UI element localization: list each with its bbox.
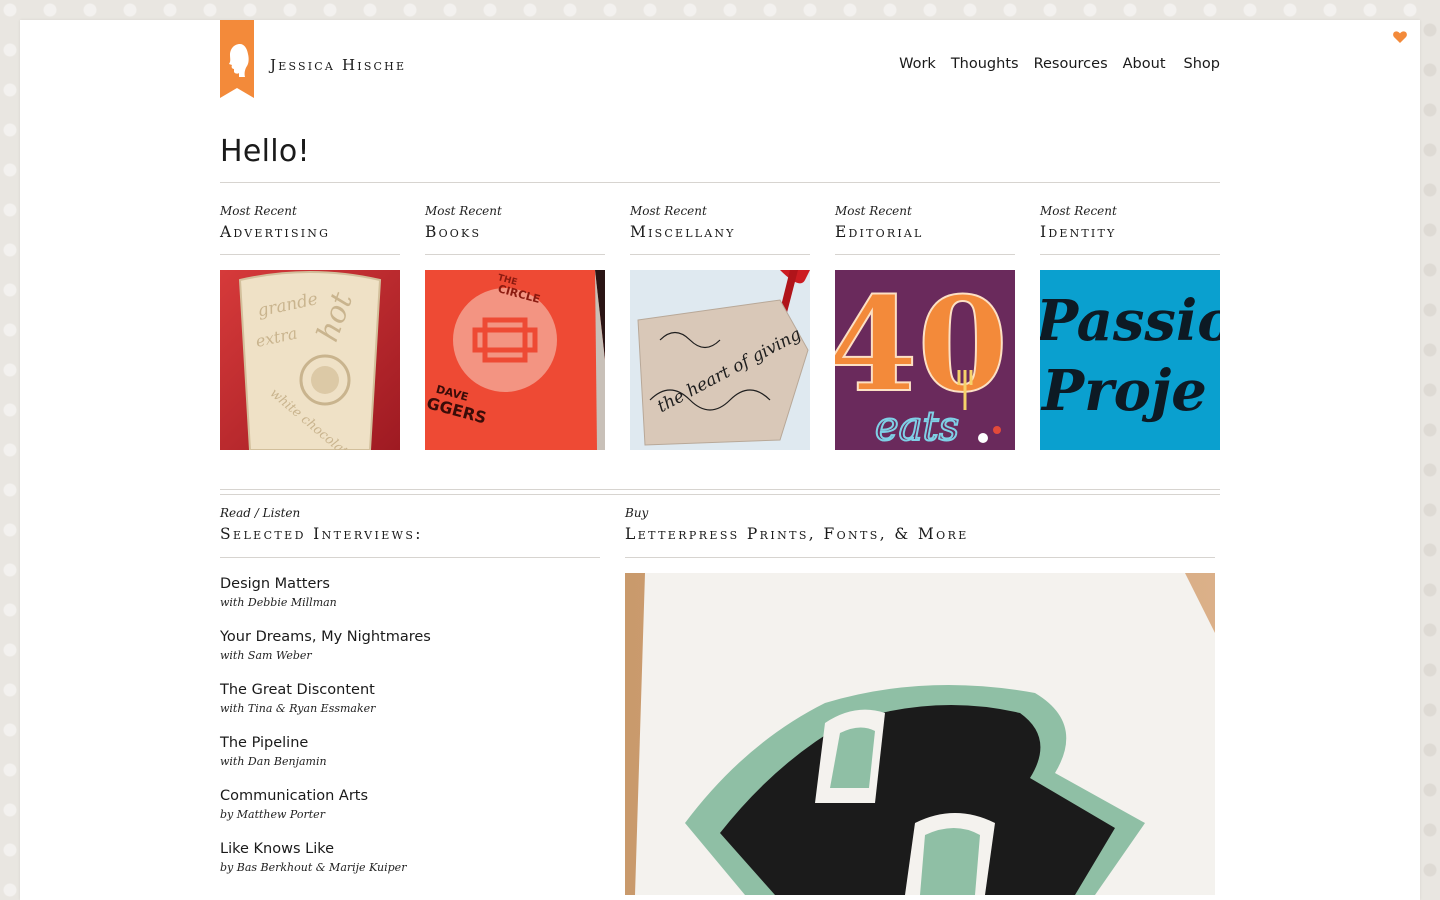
divider [835, 254, 1015, 255]
section-kicker: Read / Listen [220, 506, 301, 520]
interview-byline: with Tina & Ryan Essmaker [220, 702, 376, 715]
list-item: Like Knows Like by Bas Berkhout & Marije… [220, 841, 600, 894]
nav-resources[interactable]: Resources [1034, 56, 1108, 72]
interview-byline: by Matthew Porter [220, 808, 325, 821]
list-item: Your Dreams, My Nightmares with Sam Webe… [220, 629, 600, 682]
nav-thoughts[interactable]: Thoughts [951, 56, 1019, 72]
category-advertising: Most Recent Advertising grande extra hot… [220, 204, 400, 450]
divider [625, 557, 1215, 558]
interviews-section: Read / Listen Selected Interviews: Desig… [220, 506, 600, 894]
category-title[interactable]: Books [425, 223, 605, 241]
interview-link[interactable]: The Pipeline [220, 735, 600, 751]
divider [220, 254, 400, 255]
category-kicker: Most Recent [220, 204, 297, 218]
interview-link[interactable]: Your Dreams, My Nightmares [220, 629, 600, 645]
interview-byline: with Sam Weber [220, 649, 312, 662]
category-title[interactable]: Advertising [220, 223, 400, 241]
list-item: Design Matters with Debbie Millman [220, 576, 600, 629]
thumb-text: 40 [835, 270, 1008, 421]
main-nav: Work Thoughts Resources About Shop [899, 56, 1220, 72]
books-thumbnail[interactable]: THE CIRCLE DAVE GGERS [425, 270, 605, 450]
miscellany-thumbnail[interactable]: the heart of giving [630, 270, 810, 450]
list-item: Communication Arts by Matthew Porter [220, 788, 600, 841]
divider [630, 254, 810, 255]
interview-link[interactable]: The Great Discontent [220, 682, 600, 698]
page-title: Hello! [220, 134, 310, 169]
advertising-thumbnail[interactable]: grande extra hot white chocolate [220, 270, 400, 450]
category-kicker: Most Recent [630, 204, 707, 218]
category-kicker: Most Recent [1040, 204, 1117, 218]
list-item: The Pipeline with Dan Benjamin [220, 735, 600, 788]
divider [425, 254, 605, 255]
thumb-text: Proje [1040, 358, 1207, 424]
category-identity: Most Recent Identity Passio Proje [1040, 204, 1220, 450]
divider [1040, 254, 1220, 255]
section-title: Selected Interviews: [220, 525, 423, 543]
interview-list: Design Matters with Debbie Millman Your … [220, 576, 600, 894]
category-miscellany: Most Recent Miscellany the heart of givi… [630, 204, 810, 450]
category-kicker: Most Recent [835, 204, 912, 218]
heart-icon[interactable] [1392, 29, 1408, 45]
nav-about[interactable]: About [1123, 56, 1166, 72]
category-kicker: Most Recent [425, 204, 502, 218]
category-title[interactable]: Miscellany [630, 223, 810, 241]
interview-byline: with Dan Benjamin [220, 755, 327, 768]
divider [220, 557, 600, 558]
thumb-text: eats [875, 404, 959, 450]
list-item: The Great Discontent with Tina & Ryan Es… [220, 682, 600, 735]
divider [220, 182, 1220, 183]
category-title[interactable]: Identity [1040, 223, 1220, 241]
thumb-text: Passio [1040, 288, 1220, 354]
category-title[interactable]: Editorial [835, 223, 1015, 241]
interview-byline: by Bas Berkhout & Marije Kuiper [220, 861, 407, 874]
category-editorial: Most Recent Editorial 40 eats [835, 204, 1015, 450]
category-books: Most Recent Books THE CIRCLE DAVE GGERS [425, 204, 605, 450]
identity-thumbnail[interactable]: Passio Proje [1040, 270, 1220, 450]
section-title: Letterpress Prints, Fonts, & More [625, 525, 969, 543]
editorial-thumbnail[interactable]: 40 eats [835, 270, 1015, 450]
interview-link[interactable]: Design Matters [220, 576, 600, 592]
shop-section: Buy Letterpress Prints, Fonts, & More B [625, 506, 1215, 895]
page-sheet: Jessica Hische Work Thoughts Resources A… [20, 20, 1420, 900]
letterpress-print-image[interactable]: B [625, 573, 1215, 895]
nav-work[interactable]: Work [899, 56, 936, 72]
interview-link[interactable]: Communication Arts [220, 788, 600, 804]
interview-link[interactable]: Like Knows Like [220, 841, 600, 857]
interview-byline: with Debbie Millman [220, 596, 337, 609]
nav-shop[interactable]: Shop [1184, 56, 1220, 72]
section-kicker: Buy [625, 506, 649, 520]
silhouette-ribbon-icon[interactable] [220, 20, 254, 98]
section-divider [220, 489, 1220, 495]
image-letter: B [875, 595, 882, 606]
site-name[interactable]: Jessica Hische [270, 56, 406, 74]
